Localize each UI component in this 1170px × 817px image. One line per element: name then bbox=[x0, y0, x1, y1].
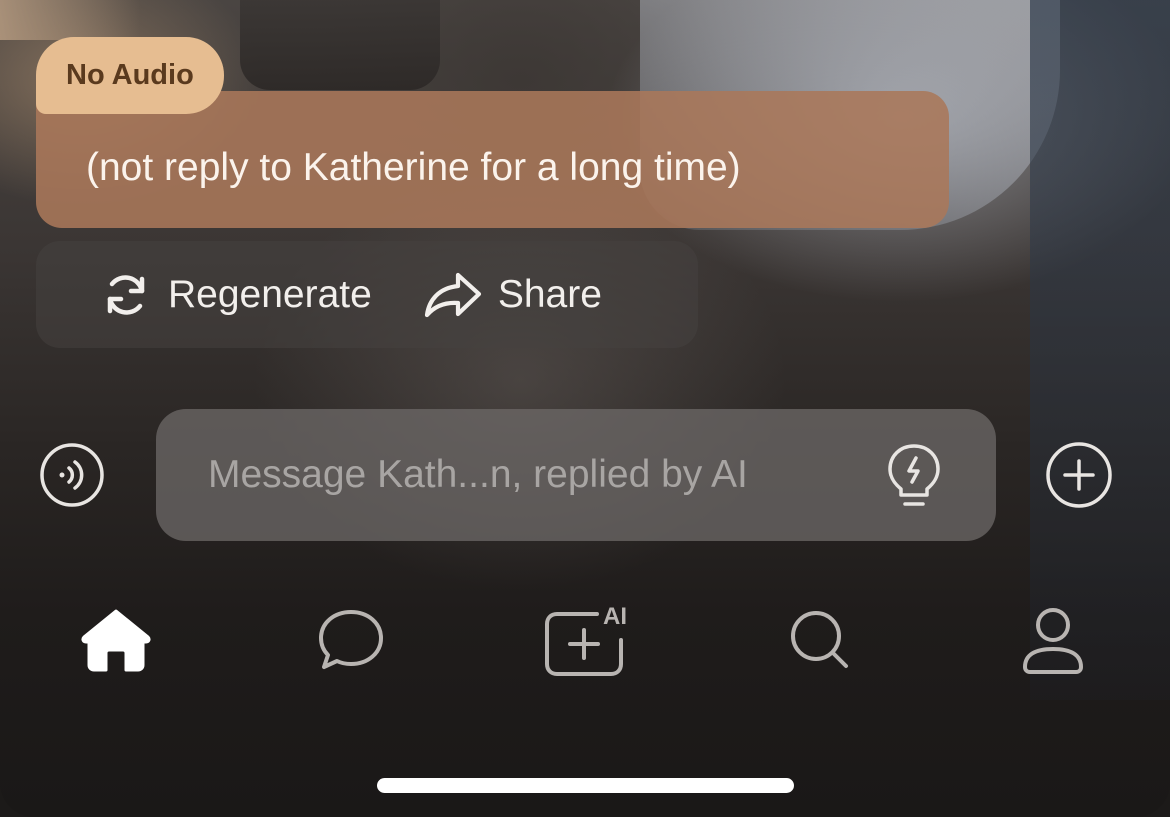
message-input-field[interactable] bbox=[156, 409, 996, 541]
plus-circle-icon[interactable] bbox=[1046, 442, 1112, 508]
ai-create-icon: AI bbox=[545, 603, 627, 676]
chat-bubble-icon bbox=[319, 610, 383, 669]
share-button[interactable]: Share bbox=[424, 270, 602, 320]
message-input[interactable] bbox=[206, 452, 850, 498]
regenerate-button[interactable]: Regenerate bbox=[100, 269, 372, 321]
chat-screen: No Audio (not reply to Katherine for a l… bbox=[0, 0, 1170, 817]
refresh-icon bbox=[107, 274, 145, 315]
background-art bbox=[240, 0, 440, 90]
lightbulb-icon[interactable] bbox=[884, 442, 944, 510]
background-art bbox=[1030, 0, 1170, 700]
tab-home[interactable] bbox=[76, 600, 156, 680]
tab-profile[interactable] bbox=[1013, 600, 1093, 680]
message-actions: Regenerate Share bbox=[36, 241, 698, 348]
no-audio-badge: No Audio bbox=[36, 37, 224, 114]
home-indicator[interactable] bbox=[377, 778, 794, 793]
tab-search[interactable] bbox=[780, 600, 860, 680]
svg-text:AI: AI bbox=[603, 603, 627, 630]
search-icon bbox=[791, 611, 848, 668]
tab-ai-create[interactable]: AI bbox=[545, 600, 637, 680]
share-label: Share bbox=[497, 272, 602, 316]
share-icon bbox=[424, 272, 481, 317]
message-text: (not reply to Katherine for a long time) bbox=[86, 145, 741, 189]
home-icon bbox=[81, 609, 151, 672]
regenerate-label: Regenerate bbox=[168, 272, 372, 316]
background-art bbox=[0, 0, 140, 40]
profile-icon bbox=[1023, 608, 1083, 674]
voice-wave-icon[interactable] bbox=[40, 443, 104, 507]
no-audio-label: No Audio bbox=[66, 59, 194, 91]
tab-chats[interactable] bbox=[311, 600, 391, 680]
